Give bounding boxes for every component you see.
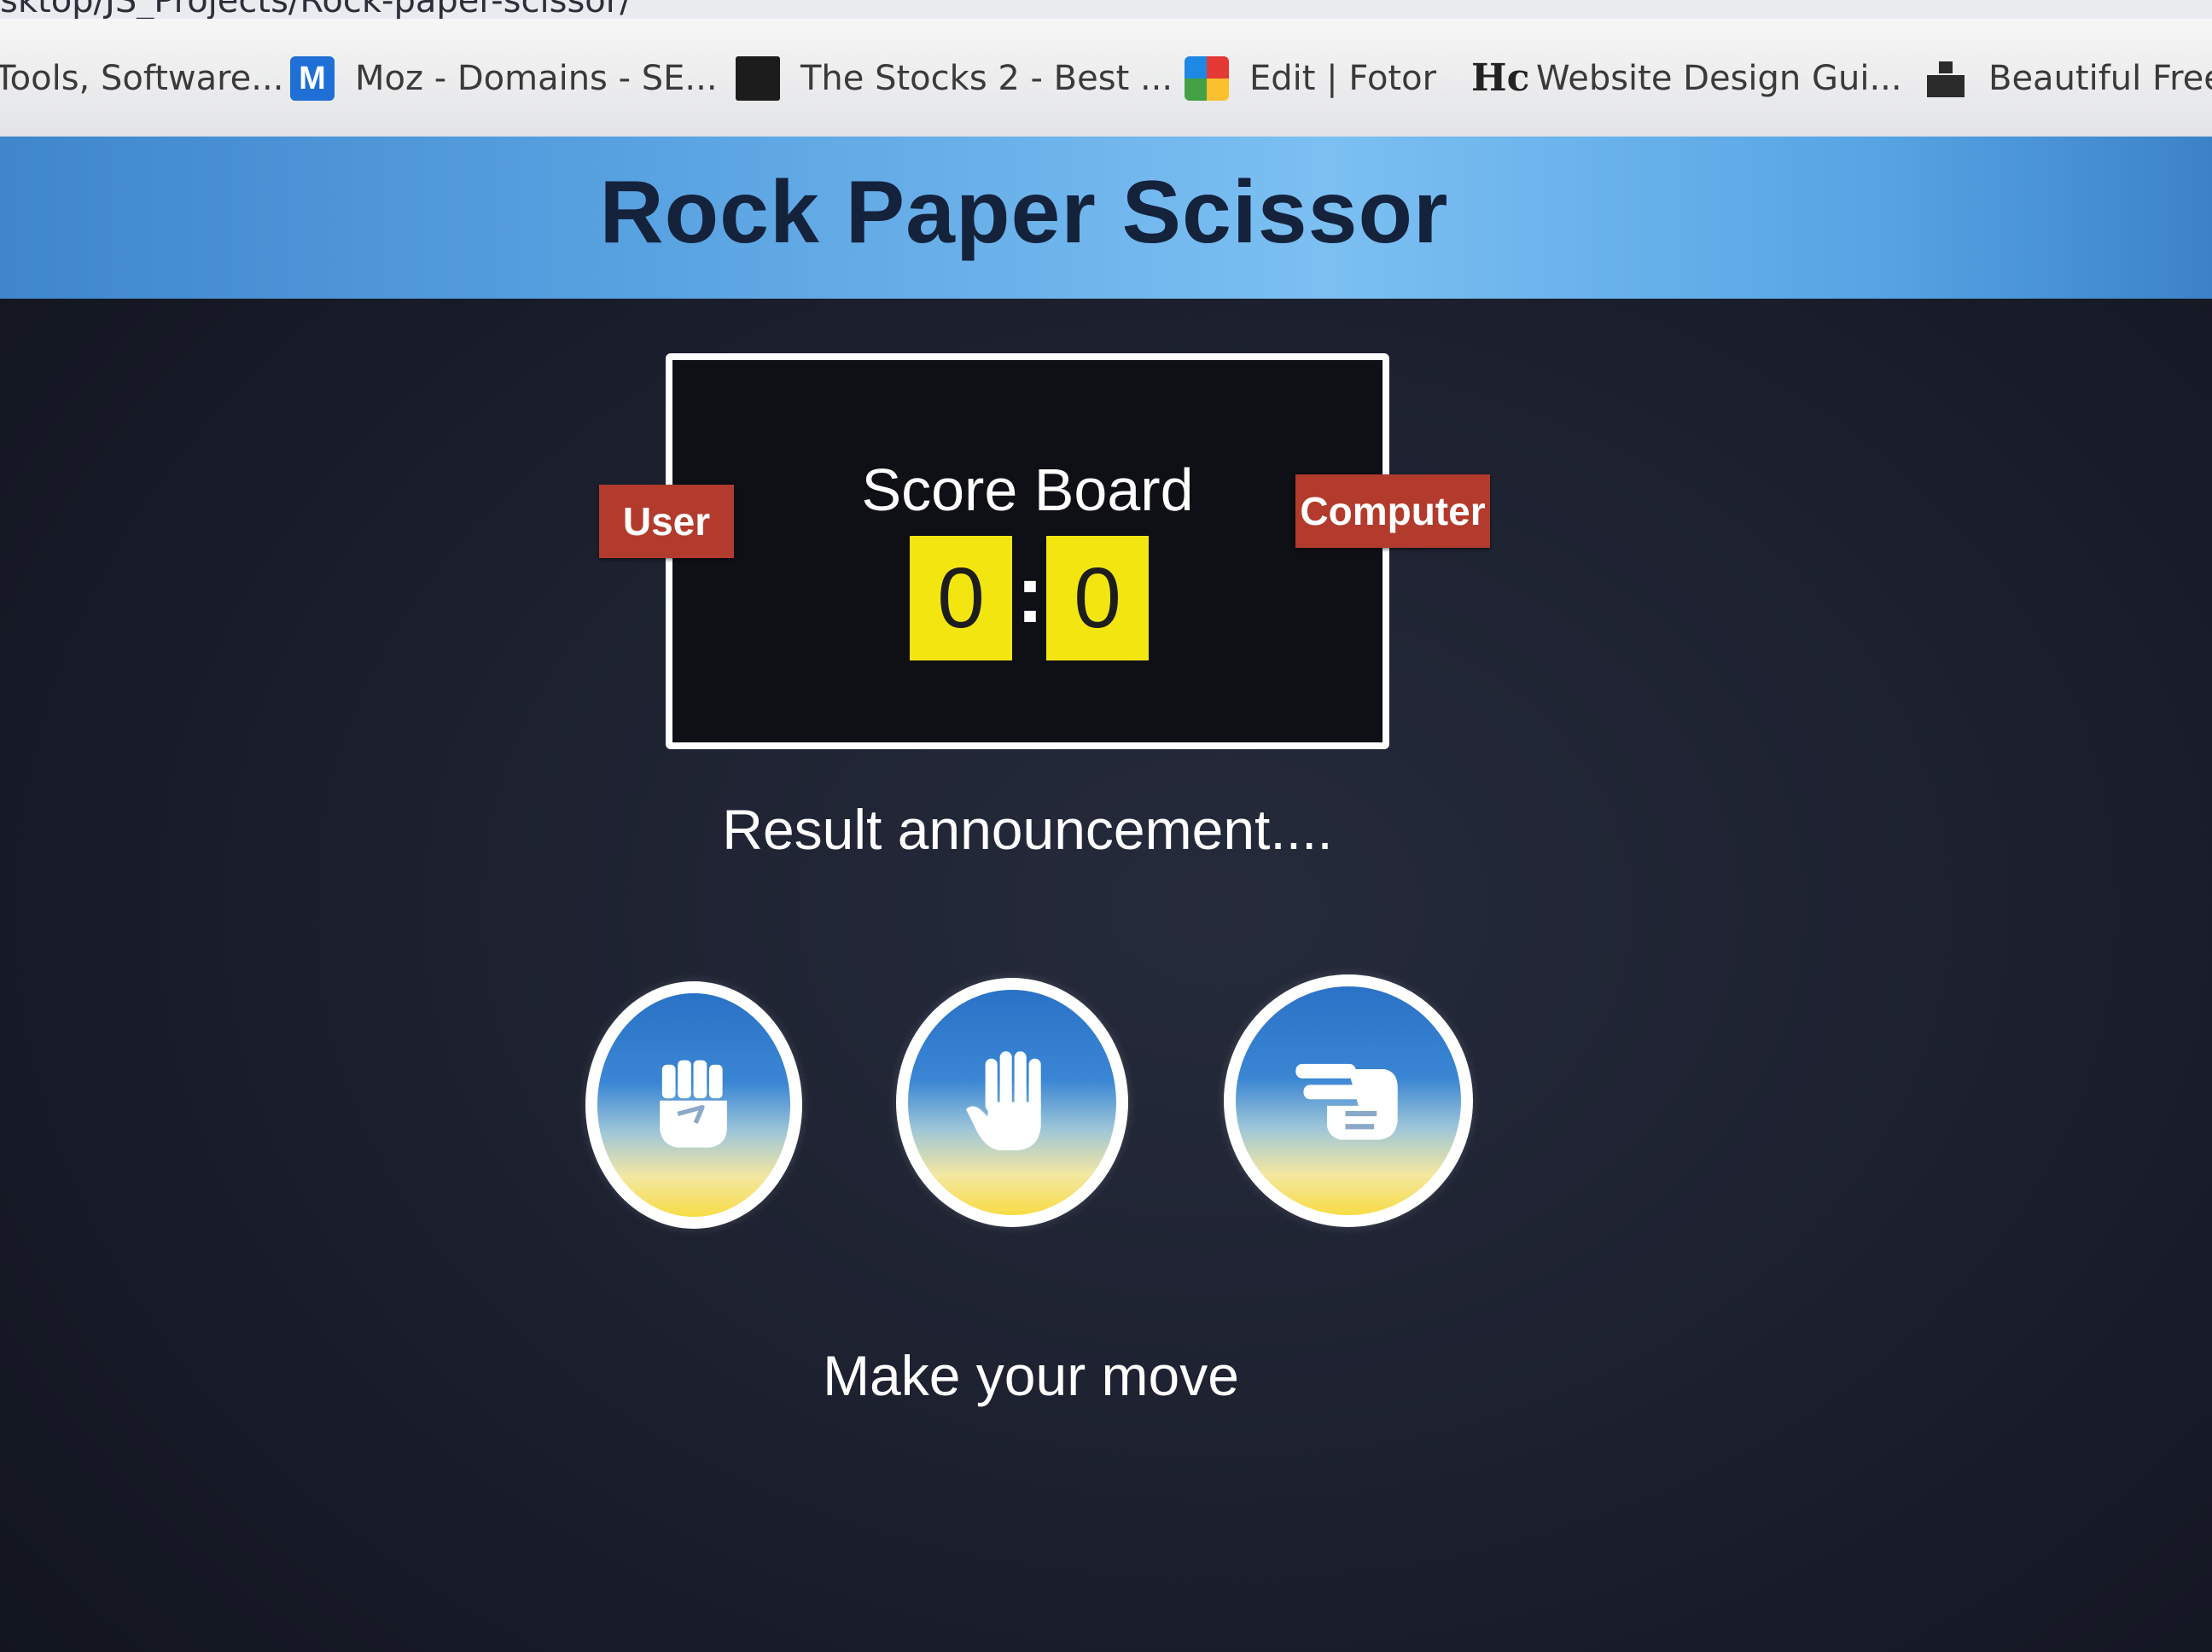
bookmark-moz[interactable]: M Moz - Domains - SE... <box>290 51 718 106</box>
bookmark-label: Edit | Fotor <box>1249 59 1437 98</box>
url-text[interactable]: sktop/JS_Projects/Rock-paper-scissor/ <box>0 0 632 19</box>
screen: sktop/JS_Projects/Rock-paper-scissor/ To… <box>0 0 2212 1652</box>
beautiful-icon <box>1924 56 1968 101</box>
moz-icon: M <box>290 56 335 101</box>
open-hand-icon <box>966 1051 1041 1151</box>
address-bar[interactable]: sktop/JS_Projects/Rock-paper-scissor/ <box>0 0 2212 19</box>
make-move-prompt: Make your move <box>823 1344 1239 1407</box>
stocks-icon <box>736 56 780 101</box>
scoreboard-title: Score Board <box>861 457 1194 523</box>
page-title: Rock Paper Scissor <box>599 163 1449 262</box>
paper-button-face <box>908 990 1116 1215</box>
fotor-icon <box>1185 56 1229 101</box>
bookmark-tools-software[interactable]: Tools, Software... <box>0 51 283 106</box>
bookmark-beautiful-free[interactable]: Beautiful Free <box>1924 51 2212 106</box>
scissor-button-face <box>1236 986 1461 1215</box>
computer-score: 0 <box>1046 536 1149 660</box>
page-header: Rock Paper Scissor <box>0 137 2212 299</box>
rock-button-face <box>597 993 790 1217</box>
user-badge: User <box>599 485 734 558</box>
bookmark-label: The Stocks 2 - Best ... <box>800 59 1173 98</box>
paper-button[interactable] <box>896 978 1128 1227</box>
bookmark-label: Beautiful Free <box>1988 59 2212 98</box>
scissors-hand-icon <box>1295 1064 1399 1140</box>
score-separator: : <box>1016 549 1044 640</box>
bookmark-website-design[interactable]: Hc Website Design Gui... <box>1471 51 1902 106</box>
computer-badge: Computer <box>1295 474 1490 548</box>
bookmark-label: Moz - Domains - SE... <box>355 59 718 98</box>
result-announcement: Result announcement.... <box>722 798 1333 861</box>
bookmark-fotor[interactable]: Edit | Fotor <box>1185 51 1436 106</box>
bookmark-label: Tools, Software... <box>0 59 284 98</box>
user-score: 0 <box>910 536 1012 660</box>
bookmarks-bar: Tools, Software... M Moz - Domains - SE.… <box>0 19 2212 138</box>
scoreboard: Score Board 0 : 0 <box>666 353 1389 749</box>
scissor-button[interactable] <box>1224 974 1473 1227</box>
bookmark-label: Website Design Gui... <box>1536 59 1902 98</box>
rock-button[interactable] <box>585 981 802 1229</box>
hc-icon: Hc <box>1471 56 1530 100</box>
fist-icon <box>660 1060 728 1148</box>
bookmark-the-stocks[interactable]: The Stocks 2 - Best ... <box>736 51 1173 106</box>
